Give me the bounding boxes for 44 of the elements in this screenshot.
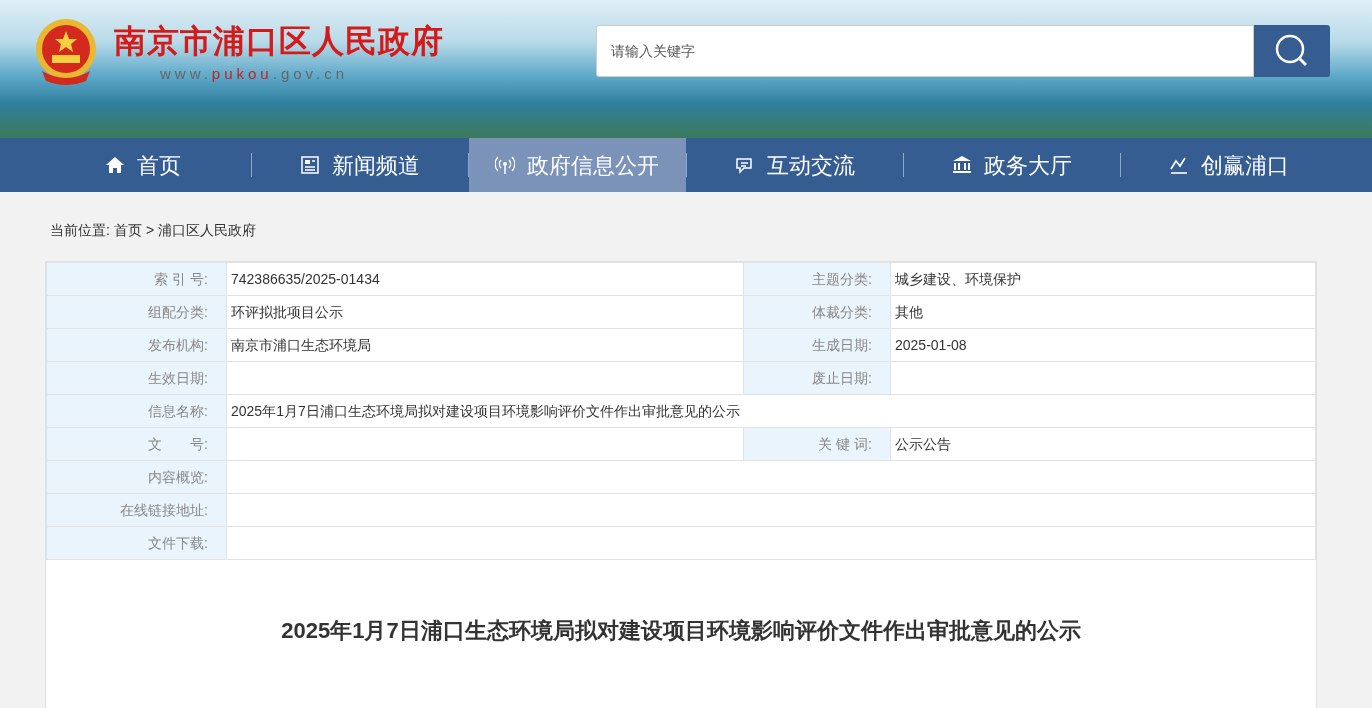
- building-icon: [951, 155, 972, 175]
- search-icon: [1275, 34, 1309, 68]
- field-label: 信息名称:: [46, 394, 227, 428]
- newspaper-icon: [300, 155, 321, 175]
- field-value: 公示公告: [890, 427, 1316, 461]
- site-title: 南京市浦口区人民政府: [114, 22, 444, 61]
- search-field[interactable]: 请输入关键字: [596, 25, 1254, 77]
- field-label: 组配分类:: [46, 295, 227, 329]
- field-label: 文 号:: [46, 427, 227, 461]
- field-value: 南京市浦口生态环境局: [226, 328, 744, 362]
- broadcast-icon: [495, 155, 516, 175]
- search-button[interactable]: [1254, 25, 1330, 77]
- field-label: 索 引 号:: [46, 262, 227, 296]
- field-label: 关 键 词:: [743, 427, 891, 461]
- field-value: 城乡建设、环境保护: [890, 262, 1316, 296]
- field-value: 环评拟批项目公示: [226, 295, 744, 329]
- field-label: 生成日期:: [743, 328, 891, 362]
- field-label: 文件下载:: [46, 526, 227, 560]
- field-label: 体裁分类:: [743, 295, 891, 329]
- field-value: 2025-01-08: [890, 328, 1316, 362]
- breadcrumb-link[interactable]: 浦口区人民政府: [158, 220, 257, 241]
- nav-tab[interactable]: 创赢浦口: [1120, 138, 1338, 192]
- nav-tab[interactable]: 政务大厅: [903, 138, 1120, 192]
- field-label: 废止日期:: [743, 361, 891, 395]
- chat-icon: [734, 155, 755, 175]
- field-value: 其他: [890, 295, 1316, 329]
- field-label: 发布机构:: [46, 328, 227, 362]
- field-label: 生效日期:: [46, 361, 227, 395]
- nav-tab[interactable]: 互动交流: [686, 138, 903, 192]
- field-label: 主题分类:: [743, 262, 891, 296]
- home-icon: [105, 155, 126, 175]
- field-value: 742386635/2025-01434: [226, 262, 744, 296]
- field-label: 在线链接地址:: [46, 493, 227, 527]
- breadcrumb-label: 当前位置:: [50, 221, 110, 240]
- line-chart-icon: [1168, 155, 1189, 175]
- breadcrumb-link[interactable]: 首页: [113, 220, 142, 241]
- breadcrumb-separator: >: [145, 221, 155, 240]
- nav-tab[interactable]: 首页: [35, 138, 252, 192]
- field-value: 2025年1月7日浦口生态环境局拟对建设项目环境影响评价文件作出审批意见的公示: [226, 394, 1316, 428]
- field-label: 内容概览:: [46, 460, 227, 494]
- nav-tab[interactable]: 新闻频道: [252, 138, 469, 192]
- site-url: www.pukou.gov.cn: [160, 64, 349, 84]
- article-title: 2025年1月7日浦口生态环境局拟对建设项目环境影响评价文件作出审批意见的公示: [281, 617, 1081, 645]
- emblem-icon: [34, 19, 98, 85]
